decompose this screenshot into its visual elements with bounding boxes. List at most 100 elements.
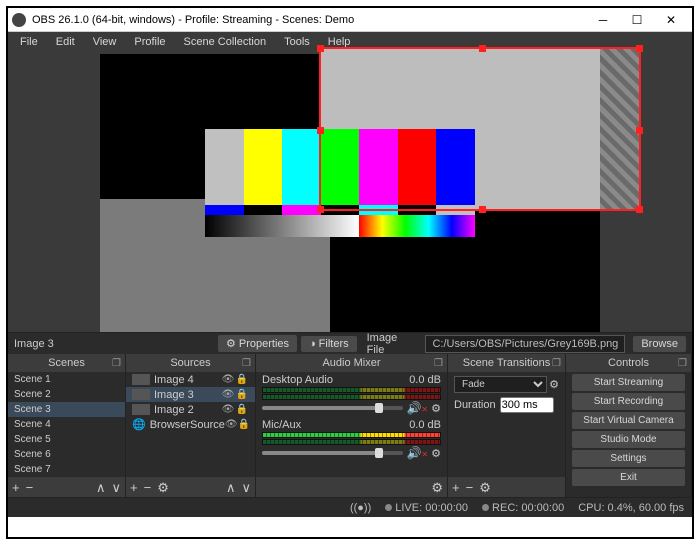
popout-icon[interactable]: ❐: [552, 358, 561, 369]
source-item[interactable]: 🌐BrowserSource👁🔒: [126, 417, 255, 432]
studio-mode-button[interactable]: Studio Mode: [572, 431, 685, 448]
scene-item[interactable]: Scene 4: [8, 417, 125, 432]
image-file-label: Image File: [367, 332, 418, 356]
transition-settings-icon[interactable]: ⚙: [549, 378, 559, 391]
channel-settings-icon[interactable]: ⚙: [431, 447, 441, 460]
sources-header[interactable]: Sources❐: [126, 354, 255, 372]
preview-area[interactable]: [8, 52, 692, 332]
scene-item[interactable]: Scene 7: [8, 462, 125, 477]
properties-button[interactable]: ⚙Properties: [218, 335, 297, 352]
statusbar: ((●)) LIVE: 00:00:00 REC: 00:00:00 CPU: …: [8, 497, 692, 517]
mixer-channel-desktop: Desktop Audio0.0 dB 🔊✕ ⚙: [256, 372, 447, 417]
source-toolbar: Image 3 ⚙Properties ◑Filters Image File …: [8, 332, 692, 354]
vu-meter: [262, 439, 441, 445]
source-item[interactable]: Image 4👁🔒: [126, 372, 255, 387]
source-item[interactable]: Image 3👁🔒: [126, 387, 255, 402]
mixer-settings-button[interactable]: ⚙: [431, 481, 443, 494]
lock-icon[interactable]: 🔒: [235, 374, 249, 385]
popout-icon[interactable]: ❐: [434, 358, 443, 369]
eye-icon[interactable]: 👁: [221, 404, 235, 415]
mixer-channel-mic: Mic/Aux0.0 dB 🔊✕ ⚙: [256, 417, 447, 462]
selected-source-label: Image 3: [14, 338, 214, 350]
scene-item[interactable]: Scene 6: [8, 447, 125, 462]
menu-tools[interactable]: Tools: [276, 34, 318, 50]
settings-button[interactable]: Settings: [572, 450, 685, 467]
source-up-button[interactable]: ∧: [226, 481, 236, 494]
close-button[interactable]: ✕: [654, 9, 688, 31]
filters-button[interactable]: ◑Filters: [301, 336, 357, 352]
duration-label: Duration: [454, 399, 496, 411]
source-image4[interactable]: [205, 129, 475, 237]
preview-canvas[interactable]: [100, 54, 600, 332]
cpu-status: CPU: 0.4%, 60.00 fps: [578, 502, 684, 514]
scene-item[interactable]: Scene 1: [8, 372, 125, 387]
maximize-button[interactable]: ☐: [620, 9, 654, 31]
popout-icon[interactable]: ❐: [112, 358, 121, 369]
app-icon: [12, 13, 26, 27]
vu-meter: [262, 432, 441, 438]
remove-scene-button[interactable]: −: [26, 481, 34, 494]
vu-meter: [262, 394, 441, 400]
duration-input[interactable]: [500, 397, 554, 413]
mixer-header[interactable]: Audio Mixer❐: [256, 354, 447, 372]
remove-transition-button[interactable]: −: [466, 481, 474, 494]
source-properties-button[interactable]: ⚙: [157, 481, 169, 494]
gear-icon: ⚙: [226, 337, 236, 350]
docks: Scenes❐ Scene 1 Scene 2 Scene 3 Scene 4 …: [8, 354, 692, 497]
scene-item[interactable]: Scene 5: [8, 432, 125, 447]
remove-source-button[interactable]: −: [144, 481, 152, 494]
live-status: LIVE: 00:00:00: [385, 502, 468, 514]
volume-slider[interactable]: [262, 451, 403, 455]
add-source-button[interactable]: +: [130, 481, 138, 494]
sources-list[interactable]: Image 4👁🔒 Image 3👁🔒 Image 2👁🔒 🌐BrowserSo…: [126, 372, 255, 477]
globe-icon: 🌐: [132, 418, 146, 431]
menu-scene-collection[interactable]: Scene Collection: [176, 34, 275, 50]
scene-item[interactable]: Scene 2: [8, 387, 125, 402]
transition-properties-button[interactable]: ⚙: [479, 481, 491, 494]
controls-header[interactable]: Controls❐: [566, 354, 691, 372]
source-item[interactable]: Image 2👁🔒: [126, 402, 255, 417]
scenes-panel: Scenes❐ Scene 1 Scene 2 Scene 3 Scene 4 …: [8, 354, 126, 497]
eye-icon[interactable]: 👁: [225, 419, 238, 430]
menu-edit[interactable]: Edit: [48, 34, 83, 50]
transition-select[interactable]: Fade: [454, 376, 547, 393]
lock-icon[interactable]: 🔒: [235, 389, 249, 400]
image-path-field[interactable]: C:/Users/OBS/Pictures/Grey169B.png: [425, 335, 625, 353]
broadcast-icon: ((●)): [350, 502, 371, 514]
lock-icon[interactable]: 🔒: [235, 404, 249, 415]
minimize-button[interactable]: ─: [586, 9, 620, 31]
transitions-header[interactable]: Scene Transitions❐: [448, 354, 565, 372]
start-streaming-button[interactable]: Start Streaming: [572, 374, 685, 391]
scenes-header[interactable]: Scenes❐: [8, 354, 125, 372]
volume-slider[interactable]: [262, 406, 403, 410]
controls-panel: Controls❐ Start Streaming Start Recordin…: [566, 354, 692, 497]
popout-icon[interactable]: ❐: [242, 358, 251, 369]
vu-meter: [262, 387, 441, 393]
source-down-button[interactable]: ∨: [241, 481, 251, 494]
scene-up-button[interactable]: ∧: [96, 481, 106, 494]
add-scene-button[interactable]: +: [12, 481, 20, 494]
menu-file[interactable]: File: [12, 34, 46, 50]
mute-icon[interactable]: 🔊✕: [406, 446, 428, 460]
exit-button[interactable]: Exit: [572, 469, 685, 486]
out-of-bounds-indicator: [600, 48, 640, 210]
titlebar: OBS 26.1.0 (64-bit, windows) - Profile: …: [8, 8, 692, 32]
scene-item[interactable]: Scene 3: [8, 402, 125, 417]
channel-settings-icon[interactable]: ⚙: [431, 402, 441, 415]
eye-icon[interactable]: 👁: [221, 374, 235, 385]
lock-icon[interactable]: 🔒: [238, 419, 250, 430]
start-recording-button[interactable]: Start Recording: [572, 393, 685, 410]
transitions-panel: Scene Transitions❐ Fade ⚙ Duration + − ⚙: [448, 354, 566, 497]
add-transition-button[interactable]: +: [452, 481, 460, 494]
browse-button[interactable]: Browse: [633, 336, 686, 352]
scenes-list[interactable]: Scene 1 Scene 2 Scene 3 Scene 4 Scene 5 …: [8, 372, 125, 477]
filter-icon: ◑: [309, 338, 316, 350]
popout-icon[interactable]: ❐: [678, 358, 687, 369]
start-virtual-camera-button[interactable]: Start Virtual Camera: [572, 412, 685, 429]
menu-view[interactable]: View: [85, 34, 125, 50]
menu-profile[interactable]: Profile: [126, 34, 173, 50]
scene-down-button[interactable]: ∨: [111, 481, 121, 494]
mute-icon[interactable]: 🔊✕: [406, 401, 428, 415]
audio-mixer-panel: Audio Mixer❐ Desktop Audio0.0 dB 🔊✕ ⚙ Mi…: [256, 354, 448, 497]
eye-icon[interactable]: 👁: [221, 389, 235, 400]
